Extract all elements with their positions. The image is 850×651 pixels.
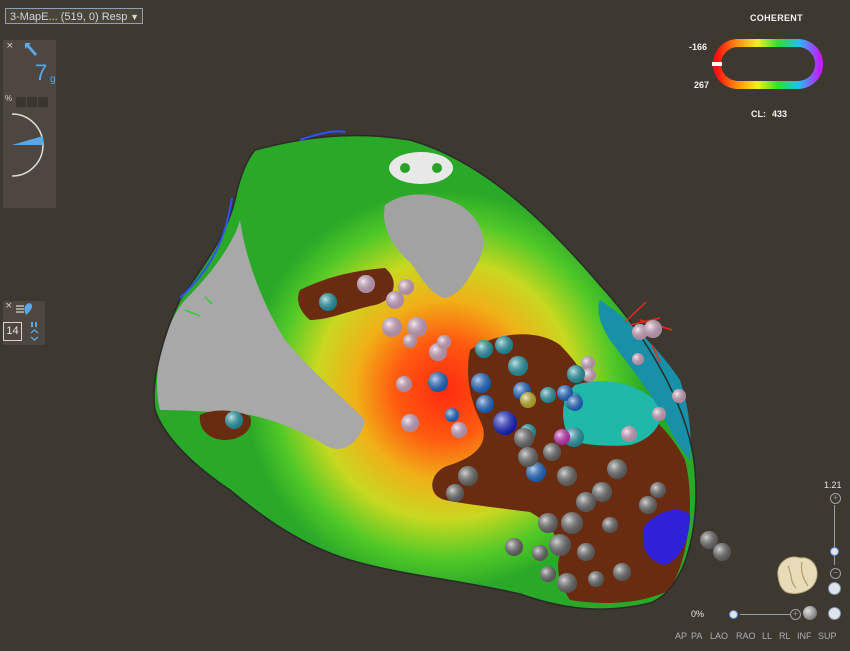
force-value: 7 <box>35 60 48 85</box>
respiration-value: 14 <box>6 325 19 337</box>
stepper-icon[interactable] <box>30 321 39 343</box>
zoom-reset-button[interactable] <box>828 582 841 595</box>
percent-label: % <box>5 94 13 103</box>
opacity-decrease-icon[interactable] <box>729 610 738 619</box>
angle-gauge <box>11 113 44 177</box>
heart-orientation-icon[interactable] <box>770 548 822 598</box>
zoom-slider-track[interactable] <box>834 505 835 565</box>
colorbar-ring[interactable] <box>712 38 824 90</box>
cycle-length-label: CL: <box>751 109 766 119</box>
arrow-pointer-icon <box>25 43 37 56</box>
cycle-length-value: 433 <box>772 109 788 119</box>
landmark-icon[interactable] <box>389 152 453 184</box>
zoom-value: 1.21 <box>824 480 842 490</box>
cardiac-3d-map[interactable] <box>0 0 850 651</box>
colorbar-title: COHERENT <box>750 13 803 23</box>
lighting-sphere-icon[interactable] <box>803 606 817 620</box>
opacity-value: 0% <box>691 609 705 619</box>
respiration-value-box[interactable]: 14 <box>3 322 22 341</box>
percent-indicators <box>16 94 49 112</box>
view-button-rao[interactable]: RAO <box>736 631 756 641</box>
colorbar-min-label: 267 <box>694 80 710 90</box>
map-selector-value: 3-MapE... (519, 0) Resp <box>10 11 128 23</box>
heart-catheter-icon <box>16 303 33 315</box>
view-reset-button[interactable] <box>828 607 841 620</box>
force-unit: g <box>50 74 56 85</box>
view-button-pa[interactable]: PA <box>691 631 702 641</box>
close-icon[interactable]: × <box>6 41 14 51</box>
map-selector-dropdown[interactable]: 3-MapE... (519, 0) Resp ▼ <box>5 8 143 24</box>
view-button-ap[interactable]: AP <box>675 631 687 641</box>
zoom-out-icon[interactable]: − <box>830 568 841 579</box>
close-icon[interactable]: × <box>5 301 13 311</box>
view-button-lao[interactable]: LAO <box>710 631 728 641</box>
chevron-down-icon: ▼ <box>130 12 139 22</box>
view-button-inf[interactable]: INF <box>797 631 812 641</box>
zoom-in-icon[interactable]: + <box>830 493 841 504</box>
view-button-rl[interactable]: RL <box>779 631 791 641</box>
zoom-slider-thumb[interactable] <box>830 547 839 556</box>
view-button-ll[interactable]: LL <box>762 631 772 641</box>
opacity-increase-icon[interactable]: + <box>790 609 801 620</box>
view-button-sup[interactable]: SUP <box>818 631 837 641</box>
colorbar-max-label: -166 <box>689 42 708 52</box>
opacity-slider-track[interactable] <box>740 614 790 615</box>
